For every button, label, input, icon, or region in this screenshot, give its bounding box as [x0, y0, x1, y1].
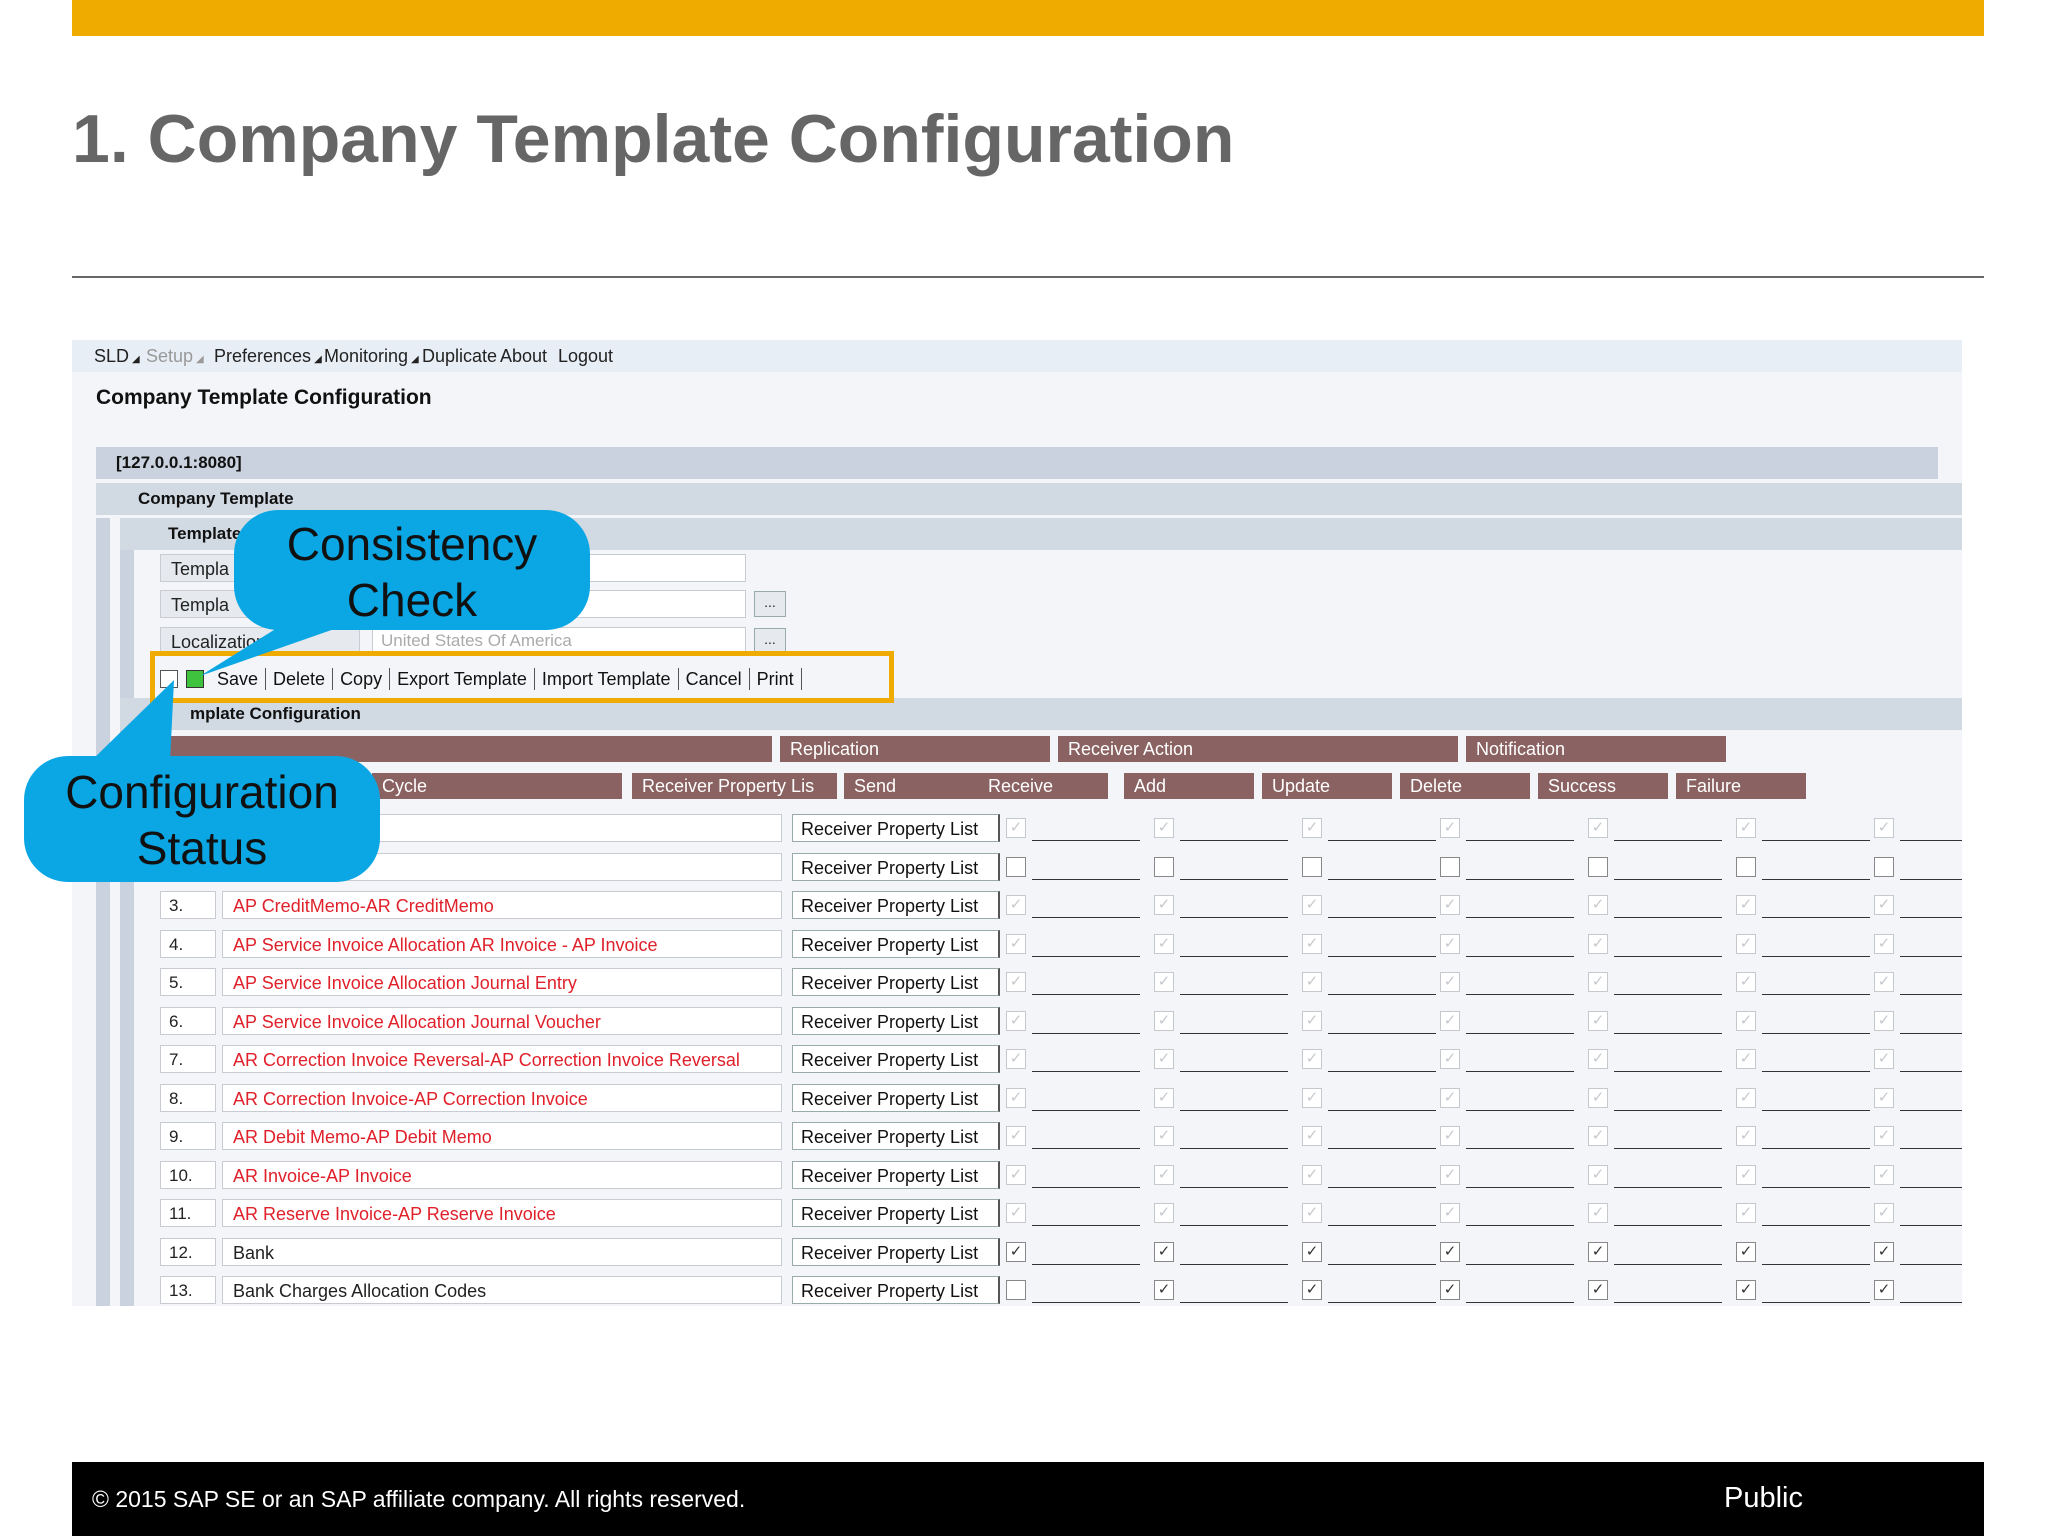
configuration-pointer — [90, 680, 174, 762]
callout-line: Check — [346, 574, 478, 626]
callout-line: Status — [136, 822, 268, 874]
configuration-status-callout: Configuration Status — [24, 756, 380, 882]
footer: © 2015 SAP SE or an SAP affiliate compan… — [72, 1462, 1984, 1536]
callout-line: Configuration — [65, 766, 339, 818]
consistency-check-callout: Consistency Check — [234, 510, 590, 630]
callout-line: Consistency — [286, 518, 538, 570]
copyright-text: © 2015 SAP SE or an SAP affiliate compan… — [92, 1486, 746, 1512]
classification-label: Public — [1724, 1482, 1803, 1514]
